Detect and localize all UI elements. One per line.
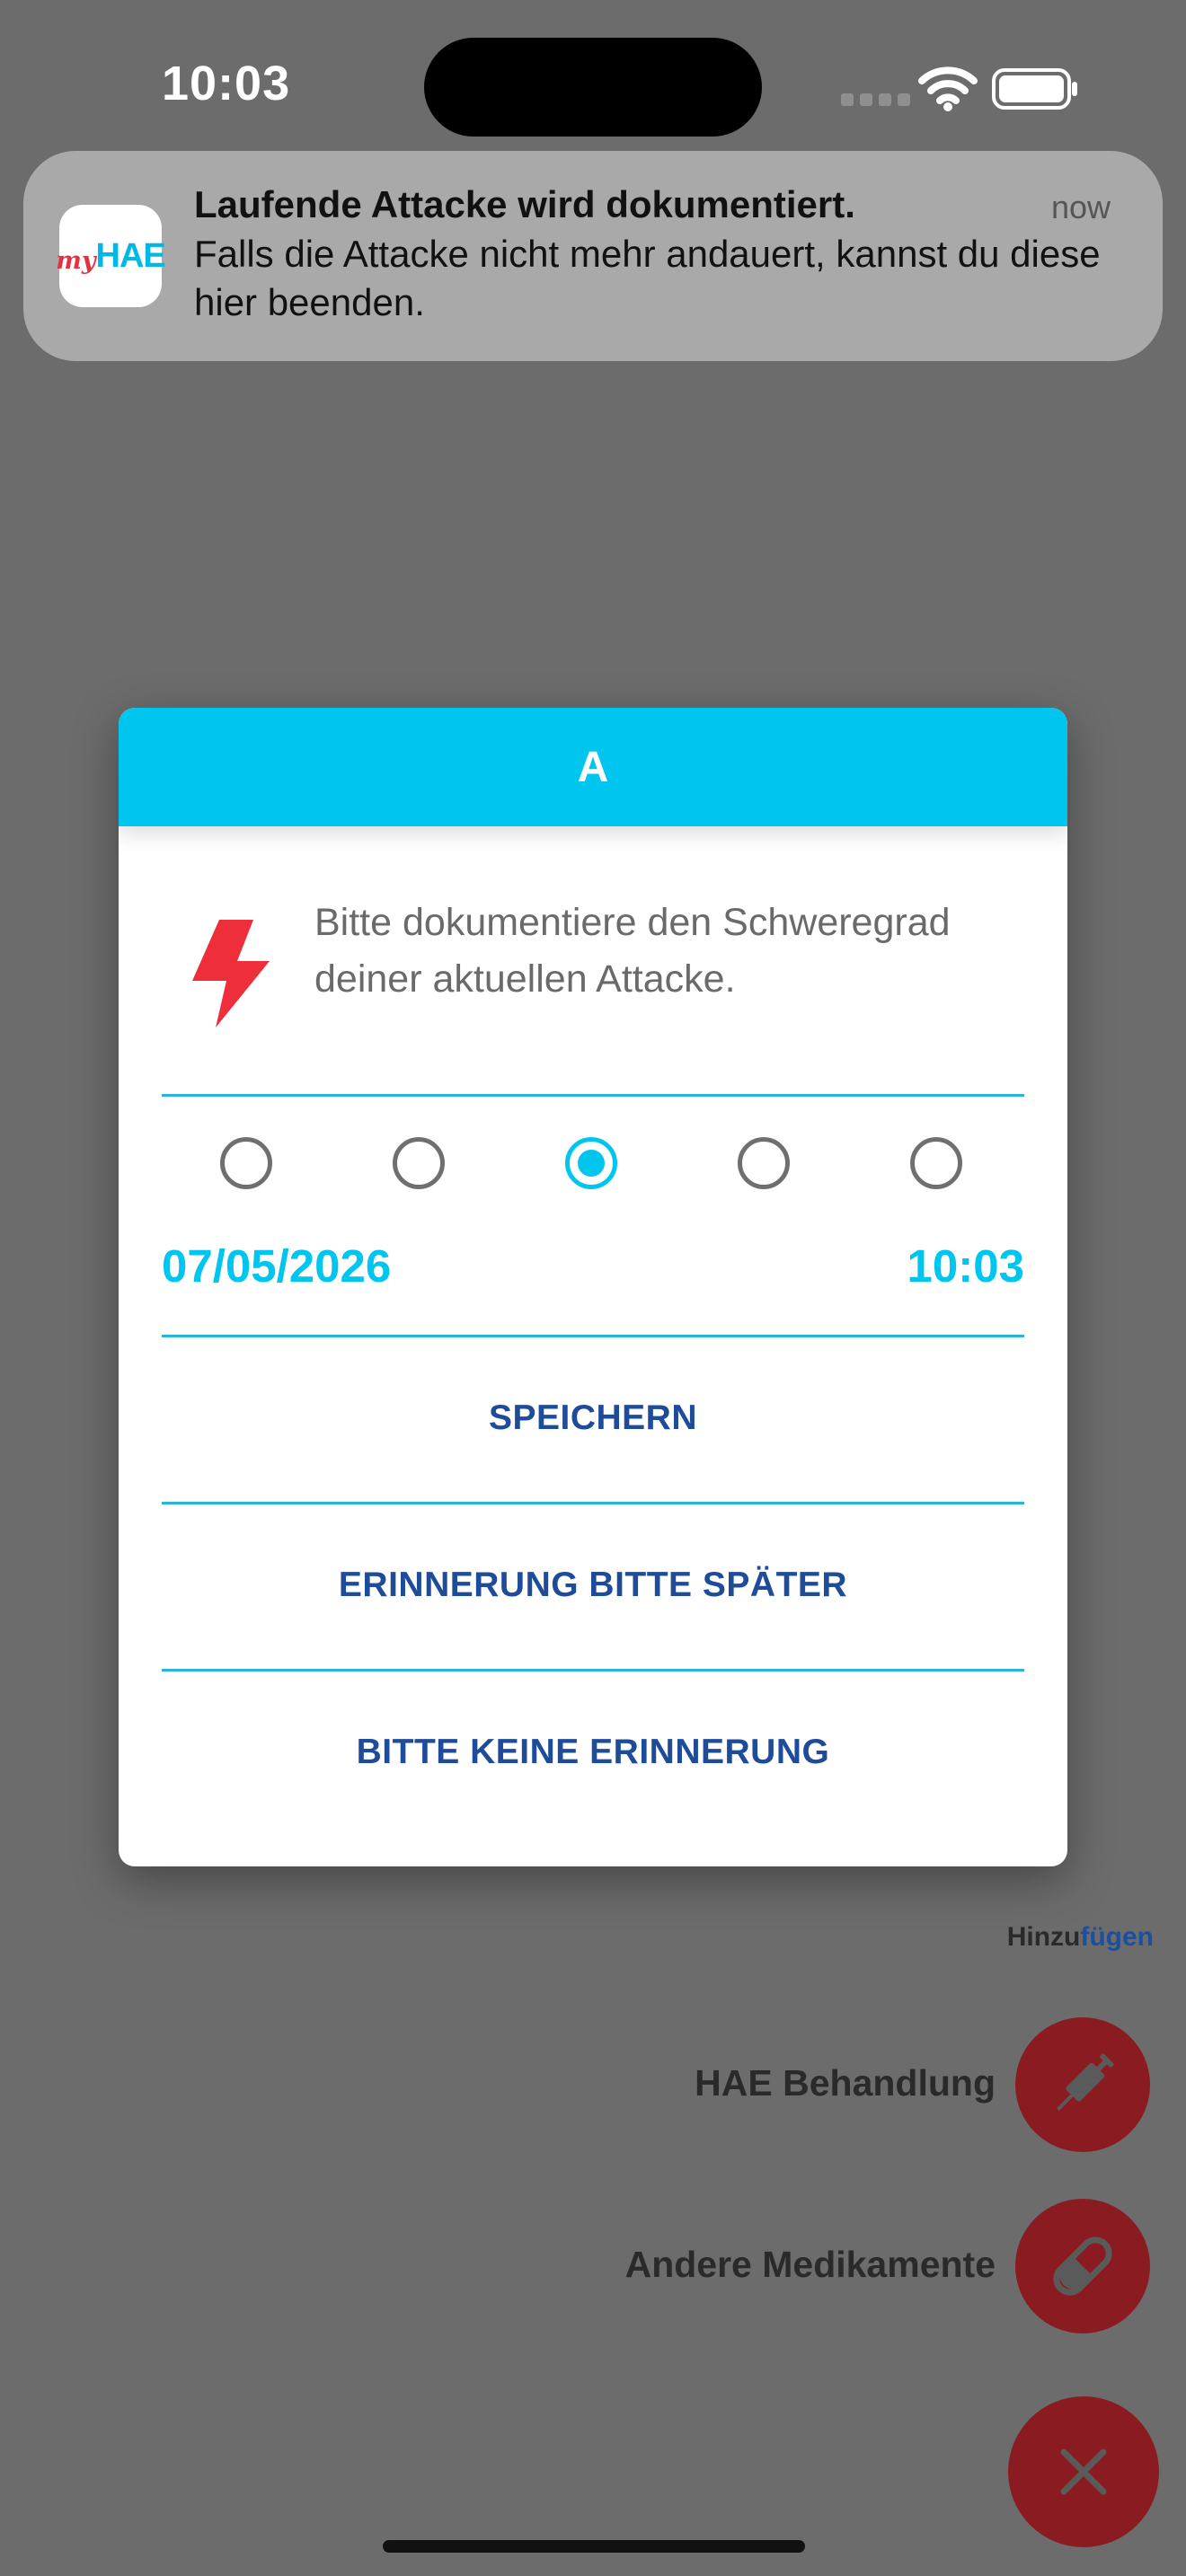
notification-title: Laufende Attacke wird dokumentiert.: [194, 183, 855, 225]
battery-icon: [992, 68, 1077, 110]
divider: [162, 1094, 1024, 1097]
hae-treatment-label[interactable]: HAE Behandlung: [695, 2062, 996, 2104]
severity-option-2[interactable]: [393, 1137, 445, 1189]
severity-prompt: Bitte dokumentiere den Schweregrad deine…: [314, 901, 951, 1001]
other-medication-label[interactable]: Andere Medikamente: [625, 2244, 996, 2286]
remind-later-button[interactable]: ERINNERUNG BITTE SPÄTER: [162, 1504, 1024, 1666]
attack-time[interactable]: 10:03: [907, 1239, 1024, 1292]
attack-date[interactable]: 07/05/2026: [162, 1239, 391, 1292]
severity-dialog: A Bitte dokumentiere den Schweregrad dei…: [119, 708, 1067, 1866]
close-menu-button[interactable]: [1008, 2396, 1159, 2547]
add-label-highlight: fügen: [1080, 1922, 1154, 1952]
severity-option-4[interactable]: [738, 1137, 790, 1189]
app-icon-prefix: my: [56, 246, 96, 275]
hae-treatment-button[interactable]: [1015, 2017, 1150, 2152]
add-label-prefix: Hinzu: [1006, 1922, 1081, 1952]
syringe-icon: [1057, 2053, 1114, 2111]
save-button[interactable]: SPEICHERN: [162, 1337, 1024, 1499]
severity-option-3[interactable]: [565, 1137, 617, 1189]
dialog-header: A: [119, 708, 1067, 826]
notification-time: now: [1051, 189, 1111, 225]
dynamic-island: [424, 38, 762, 137]
status-time: 10:03: [162, 57, 291, 110]
app-icon-brand: HAE: [95, 236, 166, 275]
lightning-bolt-icon: [192, 920, 270, 1028]
myhae-app-icon: my HAE: [56, 205, 166, 307]
close-icon: [1060, 2448, 1107, 2495]
wifi-icon: [918, 66, 978, 111]
add-menu-label: Hinzufügen: [1007, 1922, 1154, 1953]
severity-option-1[interactable]: [220, 1137, 272, 1189]
notification-body: Falls die Attacke nicht mehr andauert, k…: [194, 233, 1101, 323]
pill-icon: [1053, 2236, 1112, 2296]
severity-option-5[interactable]: [910, 1137, 962, 1189]
cellular-signal-icon: [841, 93, 910, 106]
home-indicator[interactable]: [383, 2540, 805, 2553]
other-medication-button[interactable]: [1015, 2199, 1150, 2333]
no-reminder-button[interactable]: BITTE KEINE ERINNERUNG: [162, 1672, 1024, 1833]
